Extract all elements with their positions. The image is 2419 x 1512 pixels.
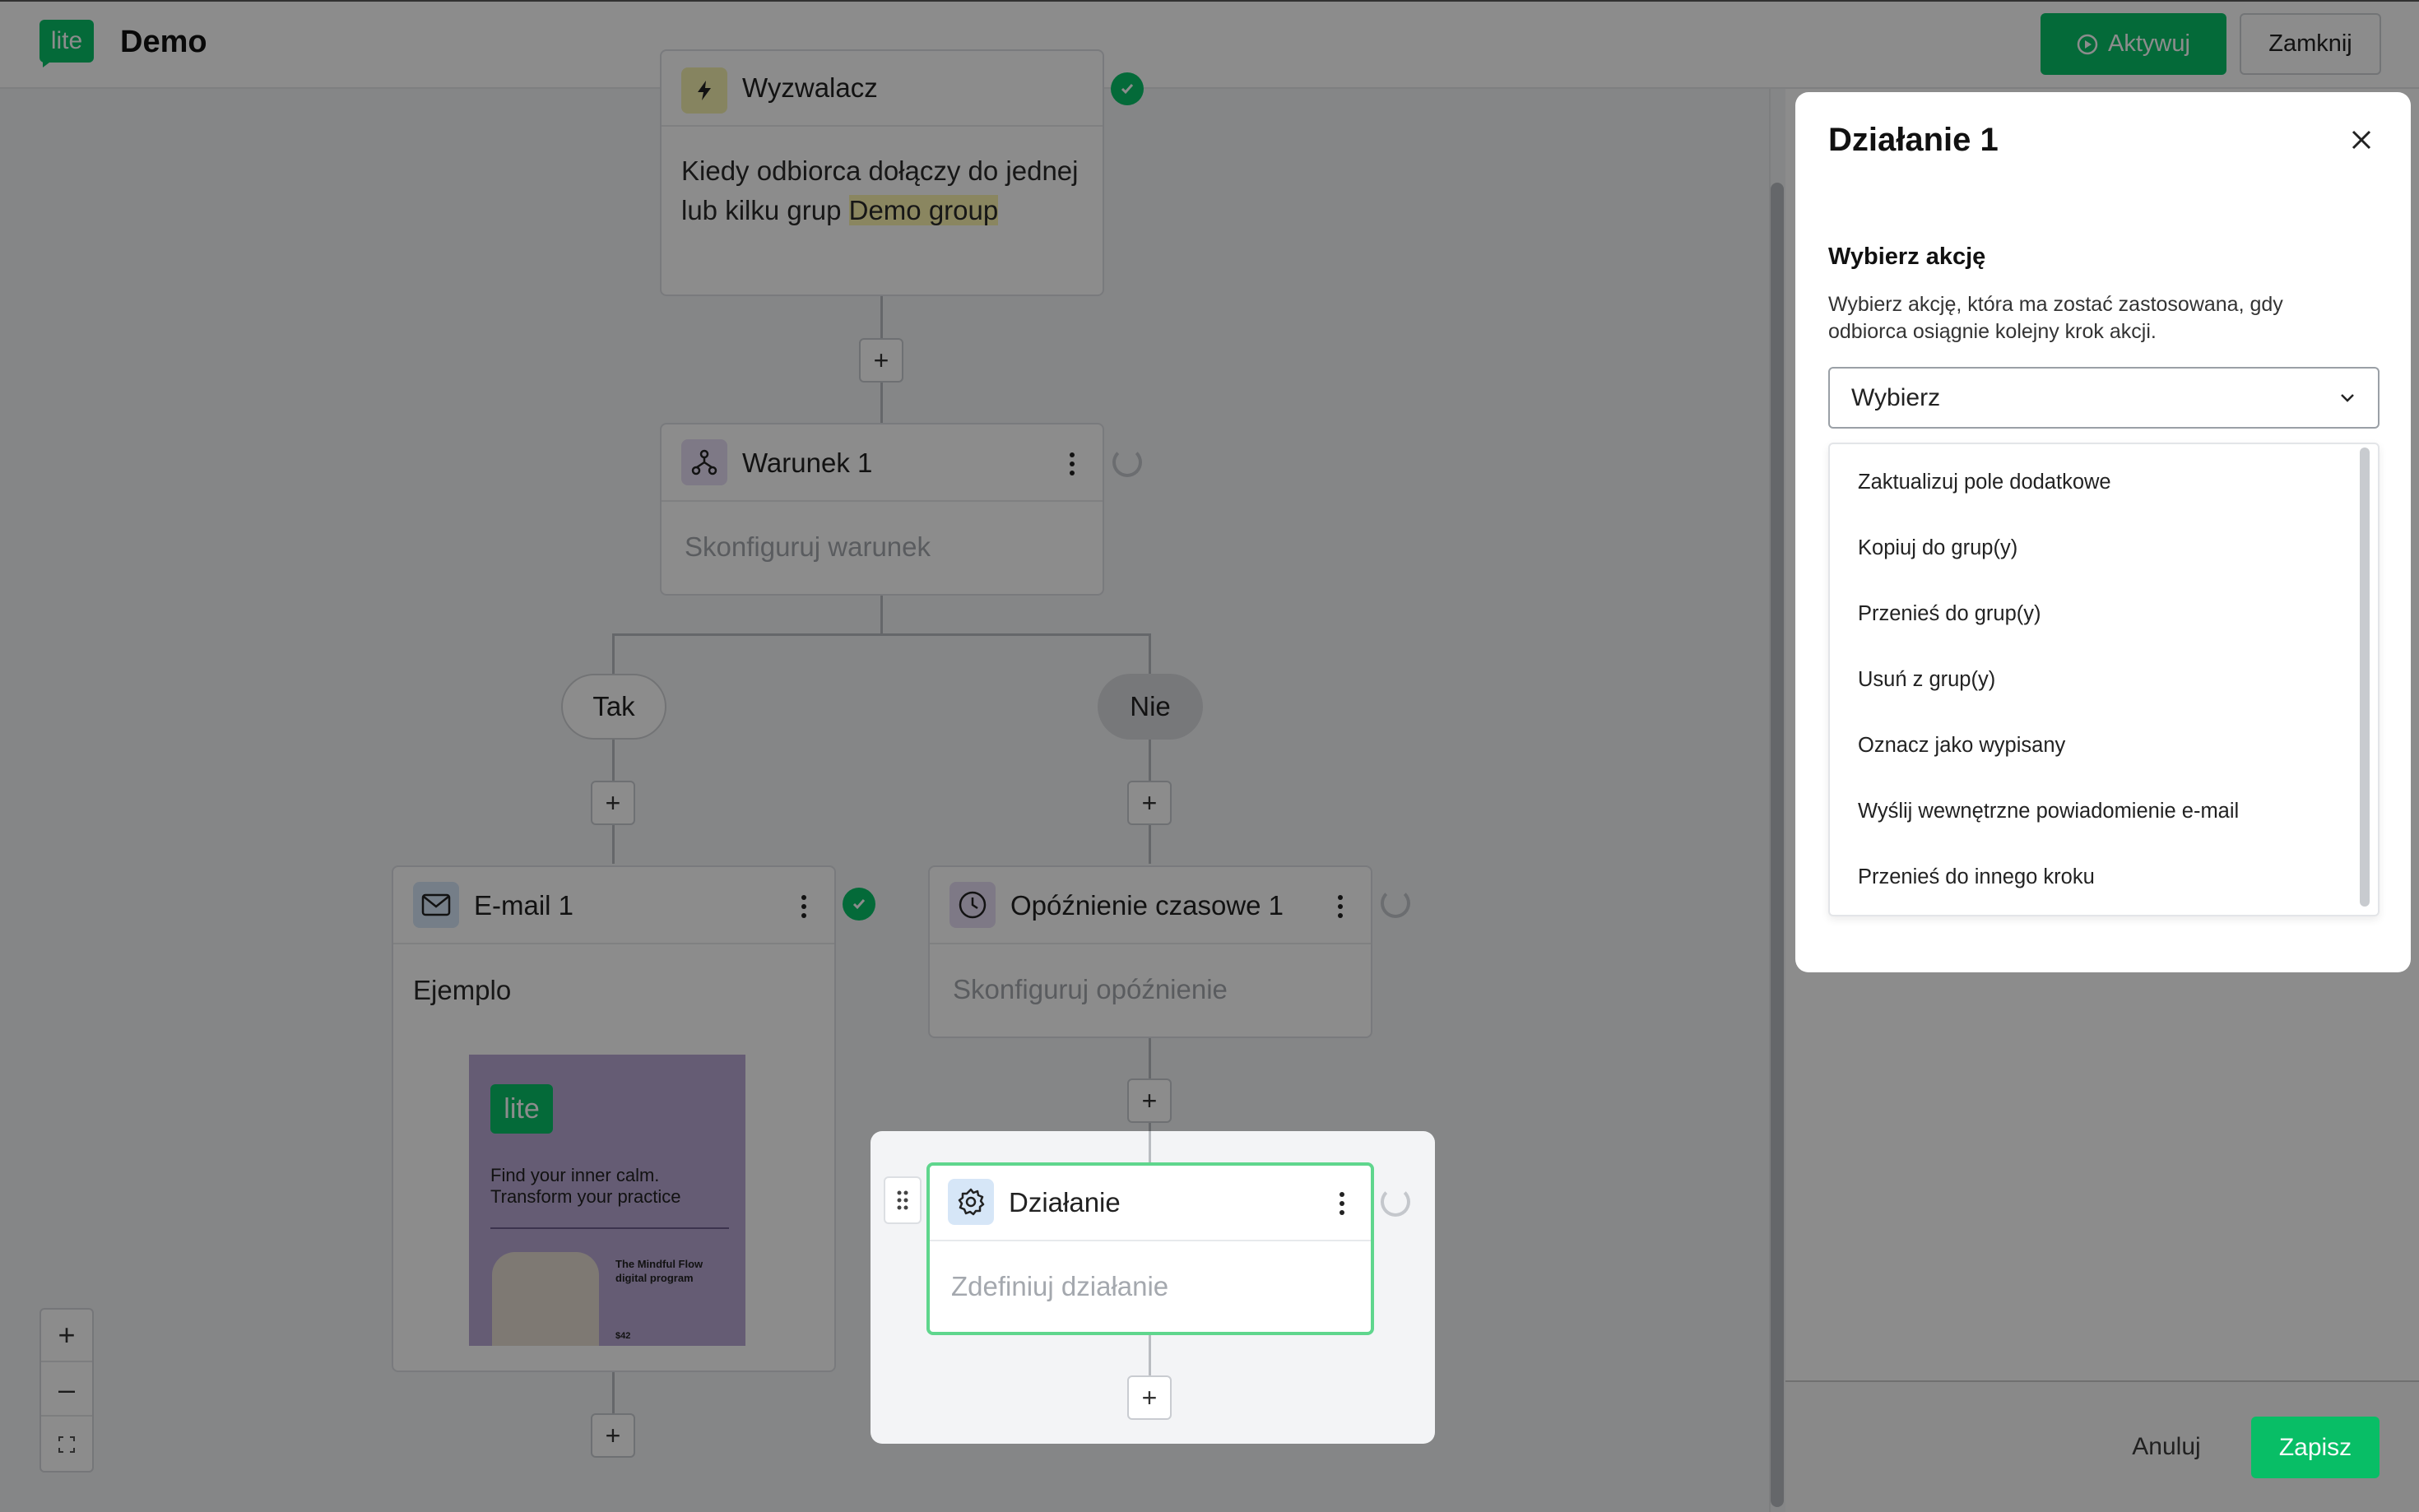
dropdown-option[interactable]: Wyślij wewnętrzne powiadomienie e-mail (1858, 800, 2239, 823)
dropdown-option[interactable]: Przenieś do innego kroku (1858, 865, 2095, 889)
action-node-header: Działanie (930, 1166, 1371, 1241)
drag-handle[interactable] (884, 1176, 922, 1224)
footer-dim (1785, 1382, 2419, 1512)
section-title: Wybierz akcję (1828, 243, 1986, 270)
select-value: Wybierz (1851, 383, 1941, 411)
dropdown-scrollbar[interactable] (2360, 448, 2370, 907)
action-node[interactable]: Działanie Zdefiniuj działanie (926, 1162, 1374, 1335)
gear-icon (948, 1179, 994, 1225)
action-select[interactable]: Wybierz (1828, 367, 2380, 429)
panel-title: Działanie 1 (1828, 122, 1999, 158)
more-options-icon[interactable] (1338, 1192, 1346, 1215)
dropdown-option[interactable]: Zaktualizuj pole dodatkowe (1858, 471, 2111, 494)
close-icon[interactable] (2345, 123, 2378, 156)
action-title: Działanie (1009, 1187, 1121, 1217)
dropdown-option[interactable]: Oznacz jako wypisany (1858, 734, 2065, 758)
dropdown-option[interactable]: Przenieś do grup(y) (1858, 602, 2041, 626)
connector (1149, 1333, 1151, 1377)
section-description: Wybierz akcję, która ma zostać zastosowa… (1828, 293, 2283, 343)
action-placeholder: Zdefiniuj działanie (951, 1271, 1169, 1301)
connector (1149, 1131, 1151, 1164)
action-dropdown: Zaktualizuj pole dodatkowe Kopiuj do gru… (1828, 443, 2380, 916)
pending-icon (1381, 1187, 1410, 1217)
chevron-down-icon (2341, 393, 2354, 402)
add-step-button[interactable]: + (1127, 1375, 1172, 1420)
dropdown-option[interactable]: Kopiuj do grup(y) (1858, 536, 2017, 560)
drag-handle-icon (897, 1190, 908, 1210)
dropdown-option[interactable]: Usuń z grup(y) (1858, 668, 1995, 692)
